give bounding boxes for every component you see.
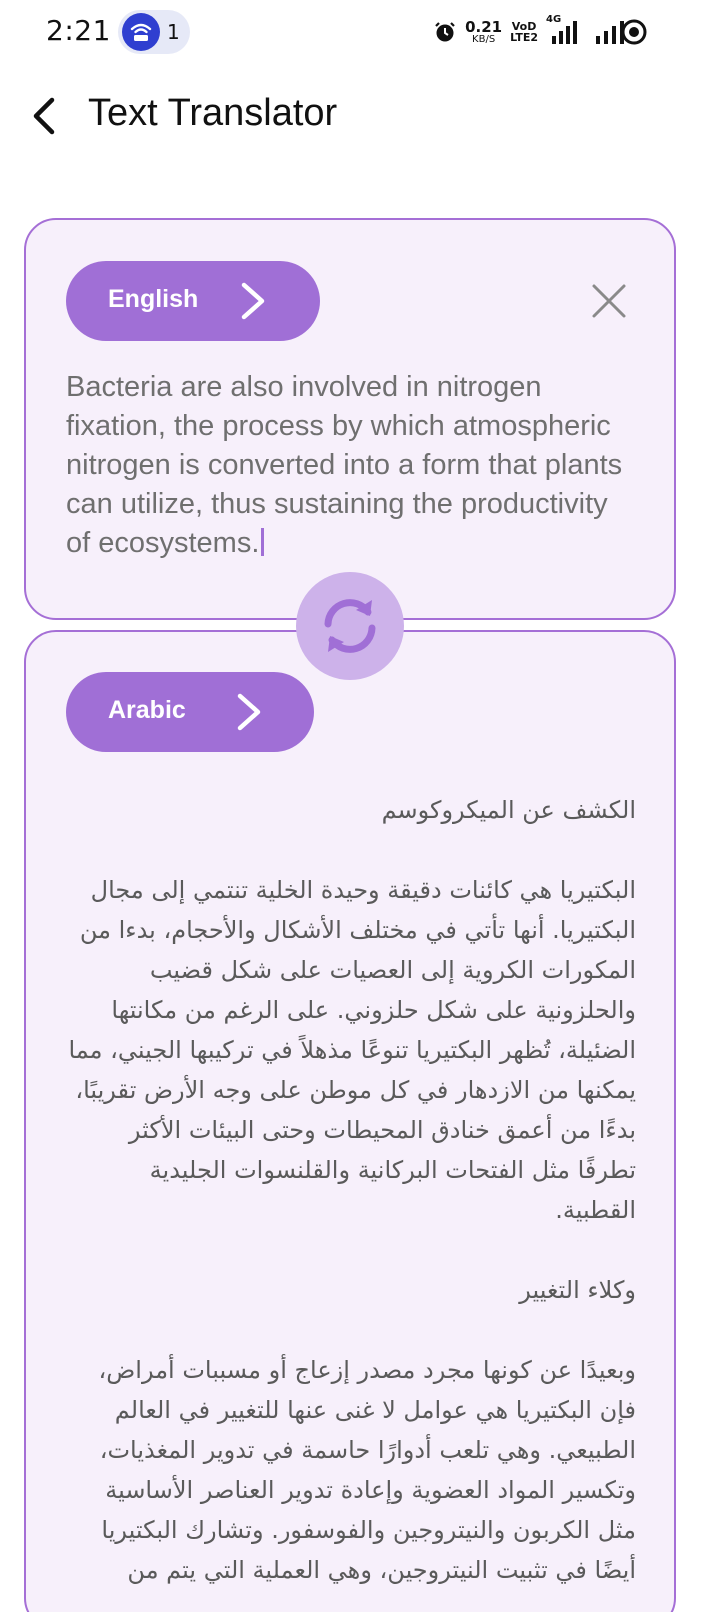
translated-text: الكشف عن الميكروكوسم البكتيريا هي كائنات… xyxy=(68,796,636,1584)
target-language-button[interactable]: Arabic xyxy=(66,672,314,752)
source-language-button[interactable]: English xyxy=(66,261,320,341)
page-title: Text Translator xyxy=(88,92,338,134)
net-speed: 0.21 KB/S xyxy=(465,17,503,45)
hotspot-count: 1 xyxy=(167,20,180,44)
alarm-icon xyxy=(435,22,455,42)
back-button[interactable] xyxy=(22,92,70,140)
record-indicator-icon xyxy=(621,19,647,45)
swap-languages-button[interactable] xyxy=(296,572,404,680)
swap-icon xyxy=(324,599,376,653)
target-language-label: Arabic xyxy=(108,696,186,724)
signal-4g-icon: 4G xyxy=(546,14,586,46)
chevron-right-icon xyxy=(241,282,265,320)
source-card: English Bacteria are also involved in ni… xyxy=(24,218,676,620)
hotspot-icon xyxy=(122,13,160,51)
status-icons: 0.21 KB/S VoD LTE2 4G xyxy=(433,14,628,48)
status-time: 2:21 xyxy=(46,14,111,47)
source-language-label: English xyxy=(108,285,199,313)
clear-text-button[interactable] xyxy=(588,280,630,322)
app-bar: Text Translator xyxy=(0,76,720,156)
target-card: Arabic الكشف عن الميكروكوسم البكتيريا هي… xyxy=(24,630,676,1612)
volte-badge: VoD LTE2 xyxy=(510,20,538,44)
hotspot-indicator: 1 xyxy=(118,10,190,54)
chevron-right-icon xyxy=(237,693,261,731)
text-caret xyxy=(261,528,265,556)
status-bar: 2:21 1 0.21 KB/S VoD LTE2 4G xyxy=(0,0,720,64)
source-text-input[interactable]: Bacteria are also involved in nitrogen f… xyxy=(66,368,636,584)
